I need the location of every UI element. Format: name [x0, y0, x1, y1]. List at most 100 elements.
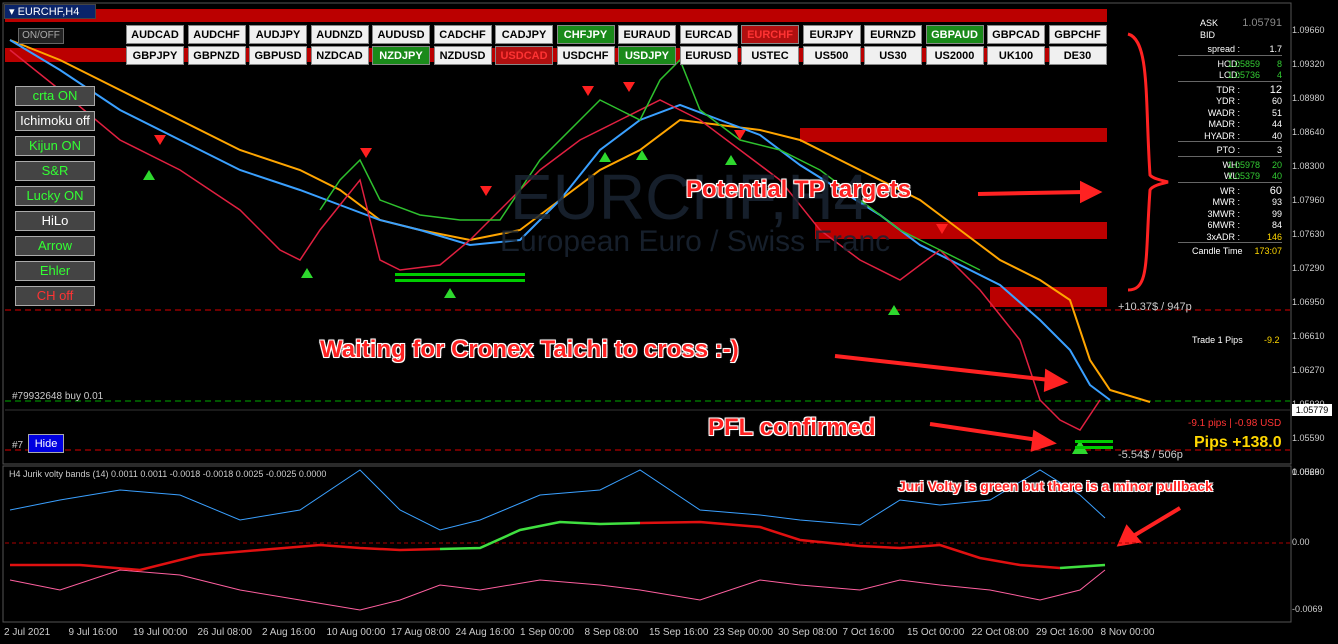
side-button-0[interactable]: crta ON: [15, 86, 95, 106]
bid-label: BID: [1200, 30, 1216, 40]
side-button-3[interactable]: S&R: [15, 161, 95, 181]
symbol-button-us30[interactable]: US30: [864, 46, 922, 65]
info-row: PTO : 3: [1174, 145, 1284, 156]
symbol-button-cadchf[interactable]: CADCHF: [433, 25, 492, 44]
symbol-button-gbpnzd[interactable]: GBPNZD: [187, 46, 246, 65]
side-button-6[interactable]: Arrow: [15, 236, 95, 256]
side-button-1[interactable]: Ichimoku off: [15, 111, 95, 131]
symbol-button-euraud[interactable]: EURAUD: [618, 25, 676, 44]
symbol-button-audnzd[interactable]: AUDNZD: [310, 25, 369, 44]
info-row: TDR : 12: [1174, 84, 1284, 96]
price-tick: 1.07290: [1292, 263, 1325, 273]
side-button-2[interactable]: Kijun ON: [15, 136, 95, 156]
info-value: 146: [1266, 231, 1282, 242]
info-row: MADR : 44: [1174, 119, 1284, 130]
trade-buy-label: #79932648 buy 0.01: [12, 391, 104, 402]
symbol-button-gbpusd[interactable]: GBPUSD: [249, 46, 307, 65]
price-tick: 1.05590: [1292, 433, 1325, 443]
info-row: 3xADR : 146: [1174, 232, 1284, 243]
symbol-button-usdchf[interactable]: USDCHF: [556, 46, 615, 65]
info-key: HYADR :: [1204, 130, 1240, 141]
info-key: PTO :: [1216, 145, 1240, 155]
info-row: WL: 1.05379 40: [1174, 171, 1284, 182]
info-value: 3: [1276, 145, 1282, 155]
indicator-tick: -0.0069: [1292, 604, 1323, 614]
price-tick: 1.08980: [1292, 93, 1325, 103]
side-button-4[interactable]: Lucky ON: [15, 186, 95, 206]
info-row: HYADR : 40: [1174, 131, 1284, 142]
info-key: WR :: [1220, 185, 1240, 196]
symbol-button-audusd[interactable]: AUDUSD: [372, 25, 430, 44]
time-tick: 17 Aug 08:00: [391, 627, 450, 638]
price-tick: 1.06950: [1292, 297, 1325, 307]
info-value: 84: [1271, 220, 1282, 230]
info-extra: 8: [1276, 58, 1282, 69]
symbol-button-ustec[interactable]: USTEC: [741, 46, 799, 65]
time-tick: 2 Jul 2021: [4, 627, 51, 638]
info-row: HOD: 1.05859 8: [1174, 59, 1284, 70]
time-tick: 7 Oct 16:00: [842, 627, 895, 638]
info-key: MADR :: [1208, 119, 1241, 129]
onoff-toggle[interactable]: ON/OFF: [18, 28, 64, 44]
time-tick: 26 Jul 08:00: [197, 627, 253, 638]
ask-value: 1.05791: [1242, 17, 1282, 29]
symbol-button-us2000[interactable]: US2000: [925, 46, 984, 65]
panel-divider: [1178, 141, 1282, 142]
symbol-button-usdcad[interactable]: USDCAD: [495, 46, 553, 65]
time-tick: 24 Aug 16:00: [455, 627, 515, 638]
symbol-button-nzdjpy[interactable]: NZDJPY: [372, 46, 430, 65]
info-key: Candle Time: [1192, 246, 1243, 256]
info-row: 3MWR : 99: [1174, 209, 1284, 220]
symbol-button-gbpjpy[interactable]: GBPJPY: [126, 46, 184, 65]
info-value: 1.05736: [1227, 70, 1260, 80]
side-button-7[interactable]: Ehler: [15, 261, 95, 281]
panel-divider: [1178, 54, 1282, 56]
window-title[interactable]: ▾ EURCHF,H4: [4, 4, 96, 19]
info-row: LOD: 1.05736 4: [1174, 70, 1284, 81]
time-tick: 22 Oct 08:00: [971, 627, 1029, 638]
hide-button[interactable]: Hide: [28, 434, 64, 453]
symbol-button-eurnzd[interactable]: EURNZD: [864, 25, 922, 44]
symbol-button-us500[interactable]: US500: [802, 46, 861, 65]
symbol-button-nzdcad[interactable]: NZDCAD: [310, 46, 369, 65]
info-row: WADR : 51: [1174, 108, 1284, 119]
symbol-button-eurusd[interactable]: EURUSD: [679, 46, 738, 65]
symbol-button-uk100[interactable]: UK100: [987, 46, 1045, 65]
price-tick: 1.07630: [1292, 229, 1325, 239]
side-button-8[interactable]: CH off: [15, 286, 95, 306]
symbol-button-audcad[interactable]: AUDCAD: [126, 25, 184, 44]
tp-line-label: +10.37$ / 947p: [1118, 301, 1192, 313]
symbol-button-gbpaud[interactable]: GBPAUD: [925, 25, 984, 44]
symbol-button-gbpcad[interactable]: GBPCAD: [987, 25, 1045, 44]
time-tick: 10 Aug 00:00: [326, 627, 386, 638]
symbol-button-eurchf[interactable]: EURCHF: [741, 25, 799, 44]
symbol-button-usdjpy[interactable]: USDJPY: [618, 46, 676, 65]
symbol-button-audchf[interactable]: AUDCHF: [187, 25, 246, 44]
symbol-button-cadjpy[interactable]: CADJPY: [495, 25, 553, 44]
trade-short-label: #7: [12, 440, 24, 451]
symbol-button-audjpy[interactable]: AUDJPY: [249, 25, 307, 44]
price-chart: [2, 2, 1292, 623]
annotation-juri: Juri Volty is green but there is a minor…: [898, 478, 1213, 494]
symbol-button-chfjpy[interactable]: CHFJPY: [556, 25, 615, 44]
symbol-button-gbpchf[interactable]: GBPCHF: [1048, 25, 1107, 44]
indicator-tick: 0.00: [1292, 537, 1310, 547]
info-value: 51: [1271, 107, 1282, 118]
info-value: 40: [1271, 130, 1282, 141]
time-tick: 23 Sep 00:00: [713, 627, 774, 638]
time-tick: 30 Sep 08:00: [778, 627, 838, 638]
symbol-button-nzdusd[interactable]: NZDUSD: [433, 46, 492, 65]
info-row: YDR : 60: [1174, 96, 1284, 107]
info-key: spread :: [1207, 44, 1240, 54]
info-key: MWR :: [1212, 197, 1241, 207]
symbol-button-eurjpy[interactable]: EURJPY: [802, 25, 861, 44]
price-tick: 1.09660: [1292, 25, 1325, 35]
info-row: Candle Time 173:07: [1174, 246, 1284, 257]
symbol-button-eurcad[interactable]: EURCAD: [679, 25, 738, 44]
symbol-button-de30[interactable]: DE30: [1048, 46, 1107, 65]
annotation-waiting: Waiting for Cronex Taichi to cross :-): [320, 336, 739, 363]
info-value: 44: [1271, 119, 1282, 129]
time-tick: 1 Sep 00:00: [520, 627, 574, 638]
side-button-5[interactable]: HiLo: [15, 211, 95, 231]
time-tick: 2 Aug 16:00: [262, 627, 316, 638]
